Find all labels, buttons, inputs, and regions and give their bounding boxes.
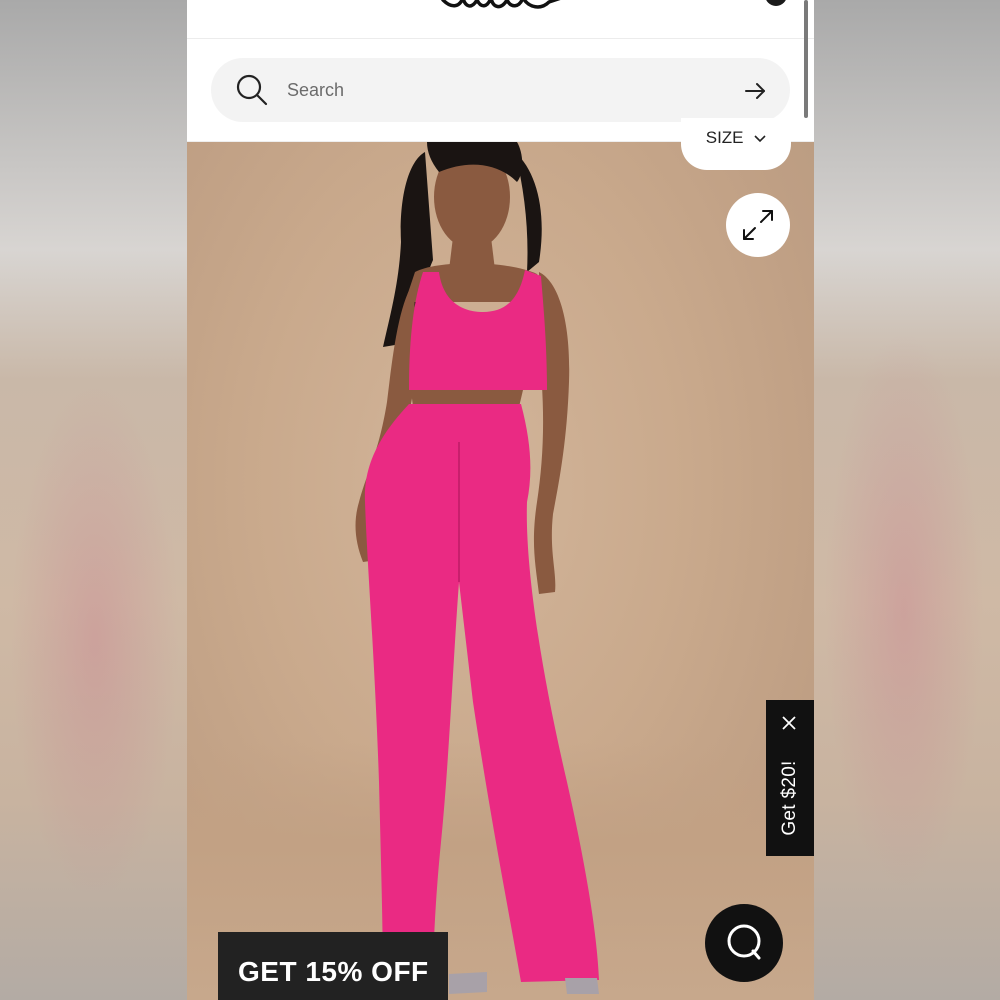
chat-bubble-icon xyxy=(727,924,761,960)
search-input[interactable] xyxy=(287,76,707,104)
chevron-down-icon xyxy=(754,135,766,143)
size-selector[interactable]: SIZE xyxy=(681,118,791,170)
model-illustration xyxy=(355,142,599,994)
blurred-backdrop-left xyxy=(0,0,187,1000)
promo-tab-label: Get $20! xyxy=(779,760,800,836)
header-divider xyxy=(187,38,814,39)
close-icon[interactable] xyxy=(780,714,798,732)
cart-icon[interactable] xyxy=(765,0,787,6)
lulus-logo[interactable] xyxy=(437,0,567,14)
blurred-backdrop-right xyxy=(814,0,1000,1000)
search-bar[interactable] xyxy=(211,58,790,122)
blurred-shape xyxy=(10,380,180,900)
discount-banner-label: GET 15% OFF xyxy=(238,956,429,987)
arrow-right-icon[interactable] xyxy=(744,80,766,102)
blurred-shape xyxy=(824,330,984,890)
scrollbar[interactable] xyxy=(804,0,808,118)
product-photo[interactable] xyxy=(187,142,814,1000)
search-icon xyxy=(236,74,268,106)
expand-image-button[interactable] xyxy=(726,193,790,257)
discount-banner[interactable]: GET 15% OFF xyxy=(218,932,448,1000)
expand-arrows-icon xyxy=(743,210,773,240)
chat-button[interactable] xyxy=(705,904,783,982)
size-selector-label: SIZE xyxy=(705,128,744,147)
mobile-screen: SIZE Get $20! GET 15% OFF xyxy=(187,0,814,1000)
get-20-promo-tab[interactable]: Get $20! xyxy=(766,700,814,856)
